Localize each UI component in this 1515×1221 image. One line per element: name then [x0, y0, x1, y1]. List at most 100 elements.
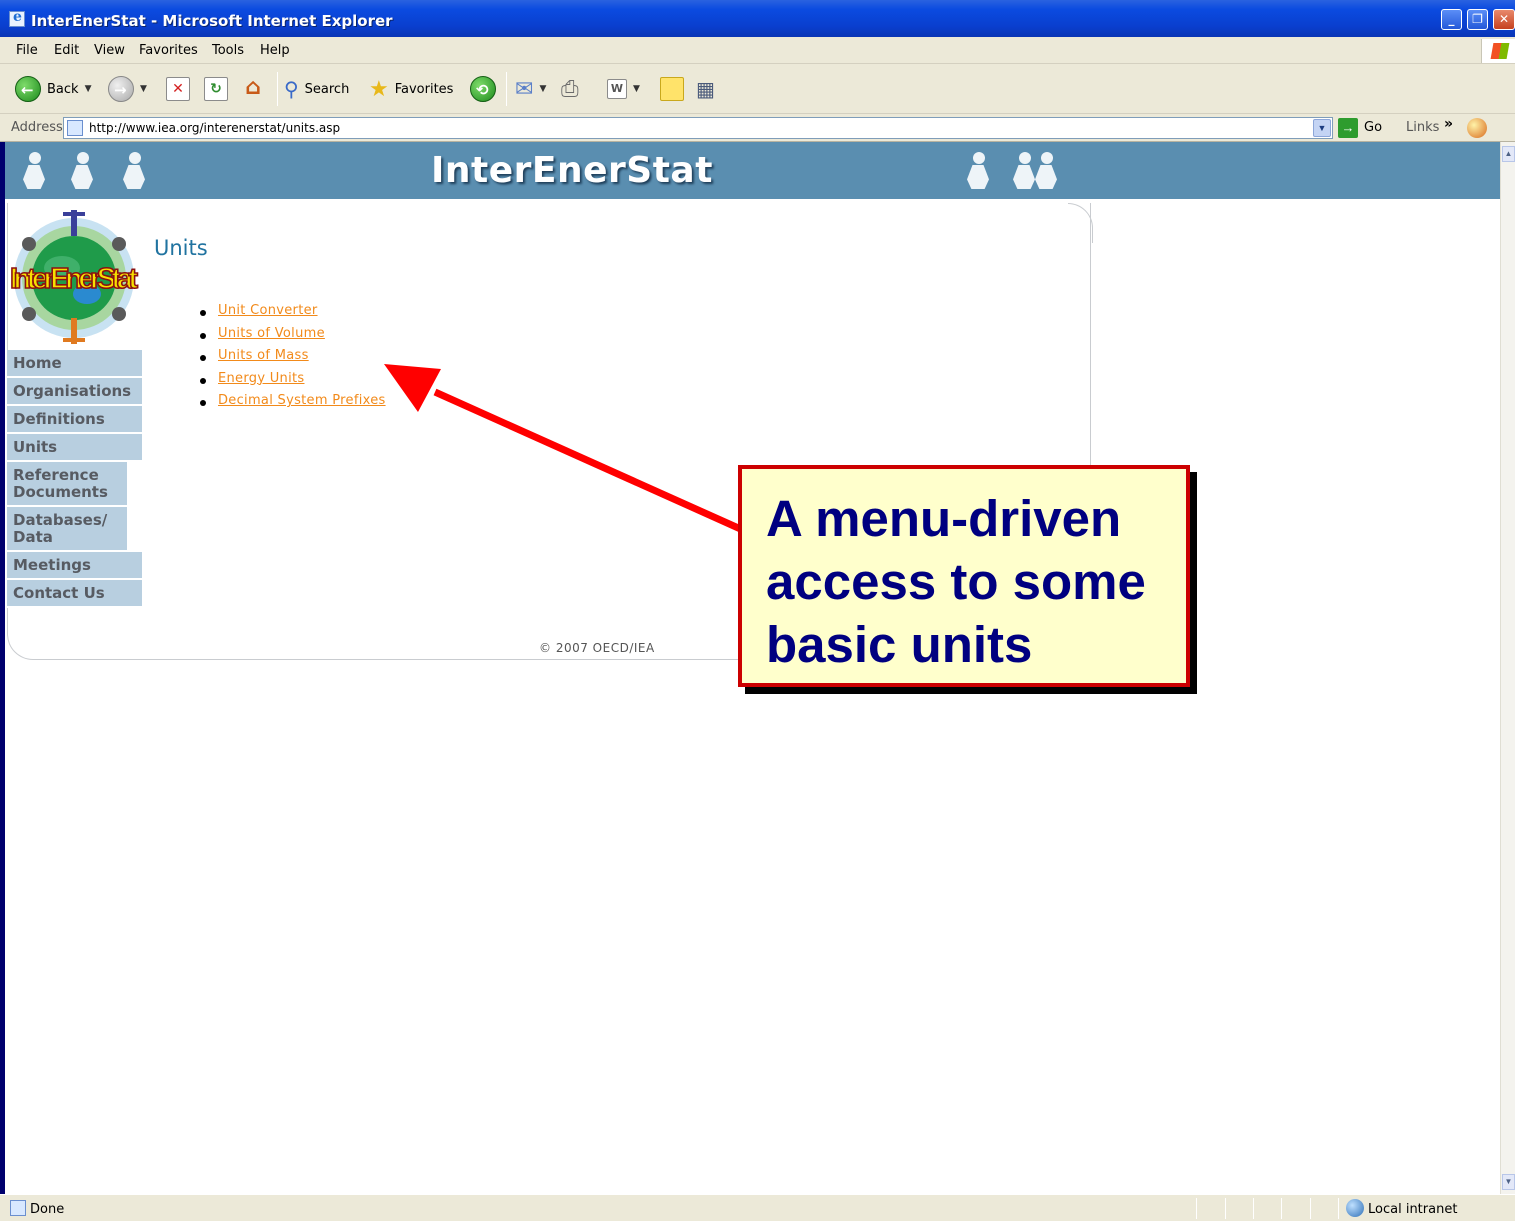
status-bar: Done Local intranet [0, 1194, 1515, 1221]
search-label: Search [304, 81, 350, 97]
interenerstat-logo: InterEnerStat [9, 210, 139, 344]
nav-definitions[interactable]: Definitions [7, 406, 142, 434]
standard-toolbar: ← Back ▼ → ▼ ✕ ↻ ⌂ ⚲ Search ★ Favorites … [0, 64, 1515, 114]
side-navigation: Home Organisations Definitions Units Ref… [7, 350, 142, 608]
forward-button[interactable]: → ▼ [108, 74, 147, 104]
favorites-button[interactable]: ★ Favorites [369, 74, 453, 104]
toolbar-separator [506, 72, 507, 106]
close-button[interactable]: ✕ [1493, 9, 1515, 30]
home-icon: ⌂ [245, 75, 261, 100]
status-text: Done [30, 1202, 65, 1217]
print-button[interactable]: ⎙ [561, 74, 579, 104]
links-label[interactable]: Links [1406, 120, 1439, 135]
callout-line: basic units [766, 616, 1033, 673]
address-dropdown-icon[interactable]: ▼ [1313, 119, 1331, 137]
page-icon [67, 120, 83, 136]
list-item: Units of Mass [200, 347, 386, 370]
word-icon: W [607, 79, 627, 99]
list-item: Unit Converter [200, 302, 386, 325]
mail-icon: ✉ [515, 76, 534, 102]
forward-dropdown-icon[interactable]: ▼ [140, 84, 147, 94]
link-decimal-system-prefixes[interactable]: Decimal System Prefixes [218, 393, 386, 408]
mail-button[interactable]: ✉ ▼ [515, 74, 546, 104]
minimize-button[interactable]: _ [1441, 9, 1462, 30]
discuss-button[interactable] [660, 74, 684, 104]
vertical-scrollbar[interactable]: ▲ ▼ [1500, 142, 1515, 1194]
address-label: Address [11, 120, 63, 135]
menu-favorites[interactable]: Favorites [139, 43, 198, 58]
scroll-up-icon[interactable]: ▲ [1502, 146, 1515, 162]
link-units-of-volume[interactable]: Units of Volume [218, 326, 325, 341]
link-unit-converter[interactable]: Unit Converter [218, 303, 318, 318]
edit-button[interactable]: W ▼ [607, 74, 640, 104]
scroll-down-icon[interactable]: ▼ [1502, 1174, 1515, 1190]
back-dropdown-icon[interactable]: ▼ [85, 84, 92, 94]
page-viewport: InterEnerStat InterEnerStat Home Organis… [5, 142, 1500, 1194]
links-chevron-icon[interactable]: » [1444, 116, 1453, 132]
address-input[interactable]: http://www.iea.org/interenerstat/units.a… [63, 117, 1333, 139]
edit-dropdown-icon[interactable]: ▼ [633, 84, 640, 94]
link-energy-units[interactable]: Energy Units [218, 371, 304, 386]
messenger-button[interactable]: ▦ [696, 74, 715, 104]
menu-help[interactable]: Help [260, 43, 290, 58]
worker-figure-icon [963, 152, 993, 190]
nav-meetings[interactable]: Meetings [7, 552, 142, 580]
list-item: Decimal System Prefixes [200, 392, 386, 415]
list-item: Energy Units [200, 370, 386, 393]
forward-arrow-icon: → [108, 76, 134, 102]
callout-line: access to some [766, 553, 1146, 610]
nav-home[interactable]: Home [7, 350, 142, 378]
history-icon: ⟲ [470, 76, 496, 102]
menu-tools[interactable]: Tools [212, 43, 244, 58]
search-button[interactable]: ⚲ Search [284, 74, 349, 104]
favorites-label: Favorites [394, 81, 454, 97]
units-link-list: Unit Converter Units of Volume Units of … [200, 302, 386, 415]
note-icon [660, 77, 684, 101]
printer-icon: ⎙ [561, 76, 579, 102]
list-item: Units of Volume [200, 325, 386, 348]
status-separator [1310, 1198, 1311, 1219]
nav-units[interactable]: Units [7, 434, 142, 462]
nav-contact-us[interactable]: Contact Us [7, 580, 142, 608]
windows-logo-icon [1481, 39, 1515, 63]
home-button[interactable]: ⌂ [241, 74, 265, 104]
menu-edit[interactable]: Edit [54, 43, 79, 58]
menu-bar: File Edit View Favorites Tools Help [0, 37, 1515, 64]
status-separator [1225, 1198, 1226, 1219]
restore-button[interactable]: ❐ [1467, 9, 1488, 30]
annotation-callout: A menu-driven access to some basic units [738, 465, 1190, 687]
mail-dropdown-icon[interactable]: ▼ [539, 84, 546, 94]
link-units-of-mass[interactable]: Units of Mass [218, 348, 309, 363]
status-separator [1338, 1198, 1339, 1219]
nav-reference-documents[interactable]: Reference Documents [7, 462, 127, 507]
stop-button[interactable]: ✕ [166, 74, 190, 104]
menu-view[interactable]: View [94, 43, 125, 58]
status-separator [1281, 1198, 1282, 1219]
status-separator [1253, 1198, 1254, 1219]
back-button[interactable]: ← Back ▼ [15, 74, 91, 104]
ie-page-icon [9, 9, 25, 27]
toolbar-extension-icon[interactable] [1467, 118, 1487, 138]
back-arrow-icon: ← [15, 76, 41, 102]
title-bar: InterEnerStat - Microsoft Internet Explo… [0, 0, 1515, 37]
go-arrow-icon[interactable]: → [1338, 118, 1358, 138]
nav-databases-data[interactable]: Databases/ Data [7, 507, 127, 552]
history-button[interactable]: ⟲ [470, 74, 496, 104]
security-zone-label: Local intranet [1368, 1202, 1458, 1217]
refresh-button[interactable]: ↻ [204, 74, 228, 104]
logo-wordmark: InterEnerStat [10, 263, 138, 295]
address-url[interactable]: http://www.iea.org/interenerstat/units.a… [89, 121, 340, 135]
page-title: Units [154, 236, 208, 260]
frame-corner [1068, 203, 1093, 243]
copyright-notice: © 2007 OECD/IEA [539, 641, 655, 655]
callout-text: A menu-driven access to some basic units [766, 487, 1186, 676]
nav-organisations[interactable]: Organisations [7, 378, 142, 406]
go-button[interactable]: Go [1364, 120, 1382, 135]
worker-figure-icon [67, 152, 97, 190]
menu-file[interactable]: File [16, 43, 38, 58]
intranet-zone-icon [1346, 1199, 1364, 1217]
worker-figure-icon [1031, 152, 1061, 190]
toolbar-separator [277, 72, 278, 106]
site-banner: InterEnerStat [5, 142, 1500, 199]
back-label: Back [47, 81, 79, 97]
